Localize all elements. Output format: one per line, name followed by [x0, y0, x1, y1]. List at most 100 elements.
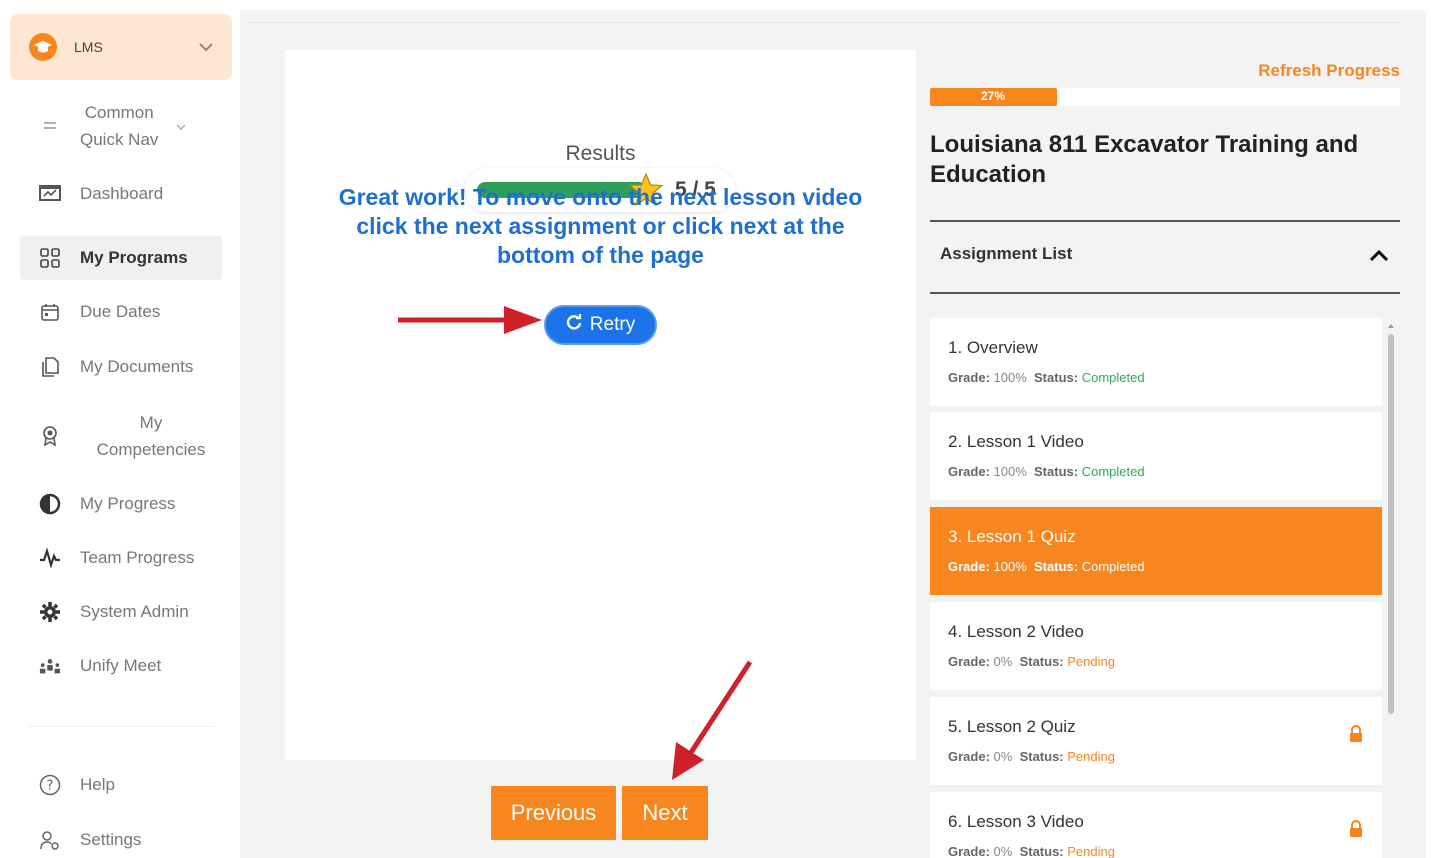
- status-value: Completed: [1081, 559, 1145, 574]
- sidebar-item-label: Due Dates: [80, 302, 161, 321]
- sidebar-item-label: Unify Meet: [80, 656, 162, 675]
- lock-icon: [1348, 725, 1364, 743]
- chevron-up-icon[interactable]: [1367, 246, 1391, 266]
- dashboard-icon: [39, 183, 61, 205]
- assignment-item-current[interactable]: 3. Lesson 1 Quiz Grade: 100% Status: Com…: [930, 507, 1382, 595]
- status-key: Status:: [1034, 559, 1079, 574]
- status-key: Status:: [1034, 370, 1079, 385]
- assignment-meta: Grade: 0% Status: Pending: [948, 749, 1364, 764]
- sidebar-item-my-competencies[interactable]: My Competencies: [20, 408, 222, 464]
- assignment-list-header: Assignment List: [940, 244, 1073, 263]
- user-settings-icon: [39, 829, 61, 851]
- assignment-item[interactable]: 5. Lesson 2 Quiz Grade: 0% Status: Pendi…: [930, 697, 1382, 785]
- grade-value: 0%: [993, 844, 1013, 858]
- calendar-icon: [39, 301, 61, 323]
- documents-icon: [39, 356, 61, 378]
- assignment-title: 3. Lesson 1 Quiz: [948, 527, 1076, 546]
- sidebar-item-label: My Progress: [80, 494, 176, 513]
- grade-key: Grade:: [948, 559, 990, 574]
- results-title: Results: [565, 142, 636, 165]
- graduation-cap-icon: [28, 32, 58, 62]
- assignment-item[interactable]: 2. Lesson 1 Video Grade: 100% Status: Co…: [930, 412, 1382, 500]
- assignment-list: 1. Overview Grade: 100% Status: Complete…: [930, 318, 1382, 858]
- grade-value: 100%: [993, 559, 1027, 574]
- status-value: Pending: [1067, 844, 1115, 858]
- award-icon: [39, 425, 61, 447]
- status-key: Status:: [1034, 464, 1079, 479]
- sidebar-item-help[interactable]: ? Help: [20, 767, 222, 803]
- assignment-title: 6. Lesson 3 Video: [948, 812, 1084, 831]
- sidebar-item-label: Team Progress: [80, 548, 195, 567]
- grade-value: 0%: [993, 654, 1013, 669]
- sidebar-item-unify-meet[interactable]: Unify Meet: [20, 648, 222, 684]
- retry-button[interactable]: Retry: [544, 305, 657, 345]
- sidebar-item-my-programs[interactable]: My Programs: [20, 236, 222, 280]
- status-value: Pending: [1067, 749, 1115, 764]
- assignment-list-scrollbar[interactable]: [1386, 318, 1396, 858]
- grade-key: Grade:: [948, 464, 990, 479]
- assignment-meta: Grade: 100% Status: Completed: [948, 464, 1364, 479]
- chevron-down-icon: [198, 39, 214, 55]
- progress-circle-icon: [39, 493, 61, 515]
- gear-icon: [39, 601, 61, 623]
- sidebar-item-my-progress[interactable]: My Progress: [20, 486, 222, 522]
- sidebar-item-settings[interactable]: Settings: [20, 822, 222, 858]
- lms-switcher[interactable]: LMS: [10, 14, 232, 80]
- sidebar-item-team-progress[interactable]: Team Progress: [20, 540, 222, 576]
- menu-icon: [39, 115, 61, 137]
- section-divider: [930, 292, 1400, 294]
- common-quick-nav[interactable]: Common Quick Nav: [20, 98, 222, 154]
- assignment-title: 5. Lesson 2 Quiz: [948, 717, 1076, 736]
- chevron-down-icon: [176, 116, 186, 136]
- assignment-title: 4. Lesson 2 Video: [948, 622, 1084, 641]
- competencies-line1: My: [139, 413, 163, 432]
- status-value: Completed: [1081, 370, 1145, 385]
- sidebar: LMS Common Quick Nav Dashboard My Progra…: [0, 0, 240, 858]
- sidebar-item-dashboard[interactable]: Dashboard: [20, 176, 222, 212]
- sidebar-divider: [28, 726, 214, 727]
- status-key: Status:: [1019, 654, 1064, 669]
- assignment-meta: Grade: 0% Status: Pending: [948, 844, 1364, 858]
- assignment-item[interactable]: 6. Lesson 3 Video Grade: 0% Status: Pend…: [930, 792, 1382, 858]
- grid-icon: [39, 247, 61, 269]
- grade-key: Grade:: [948, 749, 990, 764]
- quiz-results-card: Results 5 / 5 Great work! To move onto t…: [285, 50, 916, 760]
- previous-button[interactable]: Previous: [491, 786, 616, 840]
- competencies-line2: Competencies: [96, 440, 206, 459]
- lms-label: LMS: [74, 39, 103, 55]
- sidebar-item-due-dates[interactable]: Due Dates: [20, 294, 222, 330]
- meeting-icon: [39, 655, 61, 677]
- section-divider: [930, 220, 1400, 222]
- sidebar-item-label: System Admin: [80, 602, 189, 621]
- sidebar-item-system-admin[interactable]: System Admin: [20, 594, 222, 630]
- assignment-title: 1. Overview: [948, 338, 1038, 357]
- next-button[interactable]: Next: [622, 786, 708, 840]
- grade-key: Grade:: [948, 654, 990, 669]
- sidebar-item-label: Settings: [80, 830, 142, 849]
- grade-value: 100%: [993, 464, 1027, 479]
- assignment-item[interactable]: 4. Lesson 2 Video Grade: 0% Status: Pend…: [930, 602, 1382, 690]
- assignment-meta: Grade: 0% Status: Pending: [948, 654, 1364, 669]
- course-progress-bar: 27%: [930, 88, 1400, 106]
- lock-icon: [1348, 820, 1364, 838]
- status-key: Status:: [1019, 749, 1064, 764]
- sidebar-item-label: My Programs: [80, 248, 188, 267]
- status-value: Pending: [1067, 654, 1115, 669]
- status-value: Completed: [1081, 464, 1145, 479]
- scrollbar-thumb[interactable]: [1388, 334, 1394, 714]
- help-icon: ?: [39, 774, 61, 796]
- assignment-title: 2. Lesson 1 Video: [948, 432, 1084, 451]
- quick-nav-line1: Common: [84, 103, 154, 122]
- refresh-progress-link[interactable]: Refresh Progress: [1180, 61, 1400, 81]
- sidebar-item-my-documents[interactable]: My Documents: [20, 349, 222, 385]
- assignment-meta: Grade: 100% Status: Completed: [948, 559, 1364, 574]
- sidebar-item-label: My Documents: [80, 357, 194, 376]
- course-title: Louisiana 811 Excavator Training and Edu…: [930, 131, 1359, 188]
- quick-nav-line2: Quick Nav: [80, 130, 159, 149]
- retry-label: Retry: [589, 314, 636, 335]
- assignment-item[interactable]: 1. Overview Grade: 100% Status: Complete…: [930, 318, 1382, 406]
- assignment-meta: Grade: 100% Status: Completed: [948, 370, 1364, 385]
- top-divider: [248, 22, 1400, 23]
- scroll-up-arrow-icon[interactable]: [1386, 318, 1396, 328]
- grade-key: Grade:: [948, 844, 990, 858]
